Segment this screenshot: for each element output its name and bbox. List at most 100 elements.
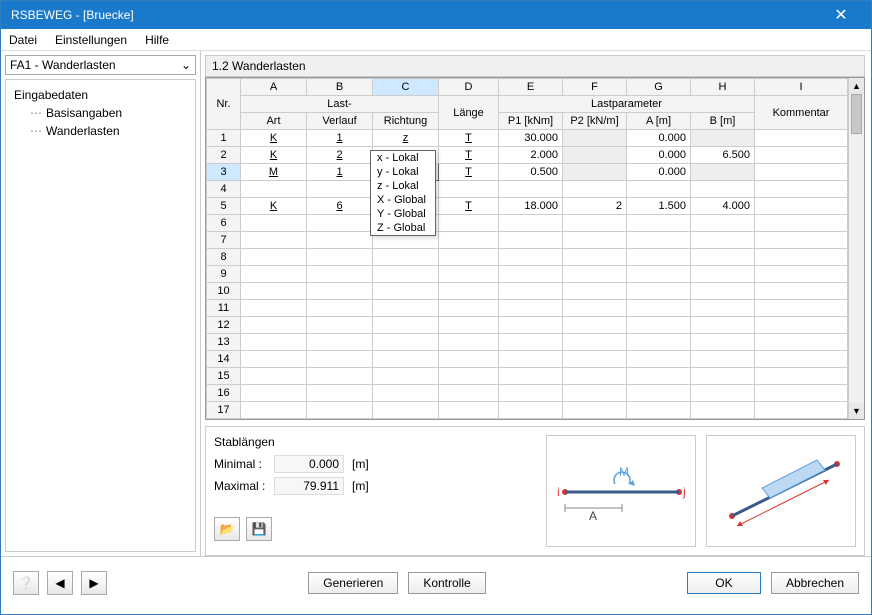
tree-root[interactable]: Eingabedaten bbox=[14, 86, 187, 104]
table-row[interactable]: 3M1x▾T0.5000.000 bbox=[207, 164, 848, 181]
cell-laenge[interactable] bbox=[439, 232, 499, 249]
cell-n[interactable]: 15 bbox=[207, 368, 241, 385]
cell-art[interactable] bbox=[241, 300, 307, 317]
cell-laenge[interactable] bbox=[439, 266, 499, 283]
cell-kommentar[interactable] bbox=[755, 419, 848, 420]
cell-laenge[interactable] bbox=[439, 249, 499, 266]
cell-n[interactable]: 10 bbox=[207, 283, 241, 300]
cell-n[interactable]: 2 bbox=[207, 147, 241, 164]
cell-art[interactable] bbox=[241, 215, 307, 232]
cell-laenge[interactable] bbox=[439, 317, 499, 334]
data-grid[interactable]: Nr. A B C D E F G H I Last- Länge Lastpa… bbox=[205, 77, 865, 420]
cell-verlauf[interactable]: 1 bbox=[307, 164, 373, 181]
cell-a[interactable] bbox=[627, 419, 691, 420]
cell-b[interactable] bbox=[691, 419, 755, 420]
cell-richtung[interactable] bbox=[373, 283, 439, 300]
cell-kommentar[interactable] bbox=[755, 317, 848, 334]
col-b[interactable]: B [m] bbox=[691, 113, 755, 130]
cell-a[interactable] bbox=[627, 283, 691, 300]
cell-n[interactable]: 7 bbox=[207, 232, 241, 249]
cell-art[interactable] bbox=[241, 181, 307, 198]
cell-n[interactable]: 8 bbox=[207, 249, 241, 266]
open-icon[interactable]: 📂 bbox=[214, 517, 240, 541]
cell-art[interactable]: M bbox=[241, 164, 307, 181]
cell-p1[interactable]: 30.000 bbox=[499, 130, 563, 147]
cell-b[interactable]: 4.000 bbox=[691, 198, 755, 215]
cell-kommentar[interactable] bbox=[755, 249, 848, 266]
cell-richtung[interactable] bbox=[373, 300, 439, 317]
cell-kommentar[interactable] bbox=[755, 402, 848, 419]
cell-p2[interactable] bbox=[563, 147, 627, 164]
cell-p1[interactable]: 2.000 bbox=[499, 147, 563, 164]
abbrechen-button[interactable]: Abbrechen bbox=[771, 572, 859, 594]
loadcase-combo[interactable]: FA1 - Wanderlasten ⌄ bbox=[5, 55, 196, 75]
cell-kommentar[interactable] bbox=[755, 266, 848, 283]
cell-p2[interactable] bbox=[563, 300, 627, 317]
cell-a[interactable] bbox=[627, 317, 691, 334]
tree-child-wander[interactable]: Wanderlasten bbox=[14, 122, 187, 140]
cell-p2[interactable] bbox=[563, 317, 627, 334]
col-kommentar[interactable]: Kommentar bbox=[755, 96, 848, 130]
cell-p2[interactable] bbox=[563, 351, 627, 368]
tree-child-basis[interactable]: Basisangaben bbox=[14, 104, 187, 122]
col-p2[interactable]: P2 [kN/m] bbox=[563, 113, 627, 130]
cell-b[interactable] bbox=[691, 334, 755, 351]
table-row[interactable]: 17 bbox=[207, 402, 848, 419]
cell-art[interactable] bbox=[241, 266, 307, 283]
table-row[interactable]: 6 bbox=[207, 215, 848, 232]
cell-n[interactable]: 12 bbox=[207, 317, 241, 334]
table-row[interactable]: 1K1zT30.0000.000 bbox=[207, 130, 848, 147]
cell-b[interactable] bbox=[691, 368, 755, 385]
cell-verlauf[interactable] bbox=[307, 368, 373, 385]
cell-laenge[interactable]: T bbox=[439, 130, 499, 147]
cell-kommentar[interactable] bbox=[755, 385, 848, 402]
cell-art[interactable] bbox=[241, 232, 307, 249]
table-row[interactable]: 8 bbox=[207, 249, 848, 266]
cell-p2[interactable]: 2 bbox=[563, 198, 627, 215]
prev-icon[interactable]: ◀ bbox=[47, 571, 73, 595]
cell-verlauf[interactable]: 6 bbox=[307, 198, 373, 215]
cell-b[interactable] bbox=[691, 249, 755, 266]
close-icon[interactable]: ✕ bbox=[821, 5, 861, 25]
cell-richtung[interactable] bbox=[373, 266, 439, 283]
cell-kommentar[interactable] bbox=[755, 334, 848, 351]
cell-kommentar[interactable] bbox=[755, 215, 848, 232]
dd-opt[interactable]: Y - Global bbox=[371, 207, 435, 221]
cell-b[interactable]: 6.500 bbox=[691, 147, 755, 164]
cell-verlauf[interactable] bbox=[307, 351, 373, 368]
cell-richtung[interactable] bbox=[373, 334, 439, 351]
cell-laenge[interactable] bbox=[439, 215, 499, 232]
cell-verlauf[interactable] bbox=[307, 300, 373, 317]
cell-art[interactable]: K bbox=[241, 198, 307, 215]
table-row[interactable]: 10 bbox=[207, 283, 848, 300]
next-icon[interactable]: ▶ bbox=[81, 571, 107, 595]
dd-opt[interactable]: z - Lokal bbox=[371, 179, 435, 193]
table-row[interactable]: 13 bbox=[207, 334, 848, 351]
cell-b[interactable] bbox=[691, 130, 755, 147]
cell-kommentar[interactable] bbox=[755, 300, 848, 317]
col-G[interactable]: G bbox=[627, 79, 691, 96]
cell-p2[interactable] bbox=[563, 215, 627, 232]
cell-kommentar[interactable] bbox=[755, 368, 848, 385]
dd-opt[interactable]: Z - Global bbox=[371, 221, 435, 235]
cell-kommentar[interactable] bbox=[755, 198, 848, 215]
cell-laenge[interactable] bbox=[439, 385, 499, 402]
help-icon[interactable]: ❔ bbox=[13, 571, 39, 595]
cell-n[interactable]: 5 bbox=[207, 198, 241, 215]
cell-n[interactable]: 4 bbox=[207, 181, 241, 198]
table-row[interactable]: 4 bbox=[207, 181, 848, 198]
cell-a[interactable]: 0.000 bbox=[627, 164, 691, 181]
cell-p2[interactable] bbox=[563, 232, 627, 249]
cell-art[interactable] bbox=[241, 351, 307, 368]
cell-laenge[interactable] bbox=[439, 402, 499, 419]
cell-p1[interactable]: 0.500 bbox=[499, 164, 563, 181]
col-D[interactable]: D bbox=[439, 79, 499, 96]
cell-p1[interactable] bbox=[499, 283, 563, 300]
dd-opt[interactable]: X - Global bbox=[371, 193, 435, 207]
cell-p1[interactable] bbox=[499, 385, 563, 402]
cell-p1[interactable] bbox=[499, 300, 563, 317]
menu-settings[interactable]: Einstellungen bbox=[55, 33, 127, 47]
cell-a[interactable]: 0.000 bbox=[627, 147, 691, 164]
cell-p1[interactable] bbox=[499, 402, 563, 419]
cell-art[interactable]: K bbox=[241, 147, 307, 164]
